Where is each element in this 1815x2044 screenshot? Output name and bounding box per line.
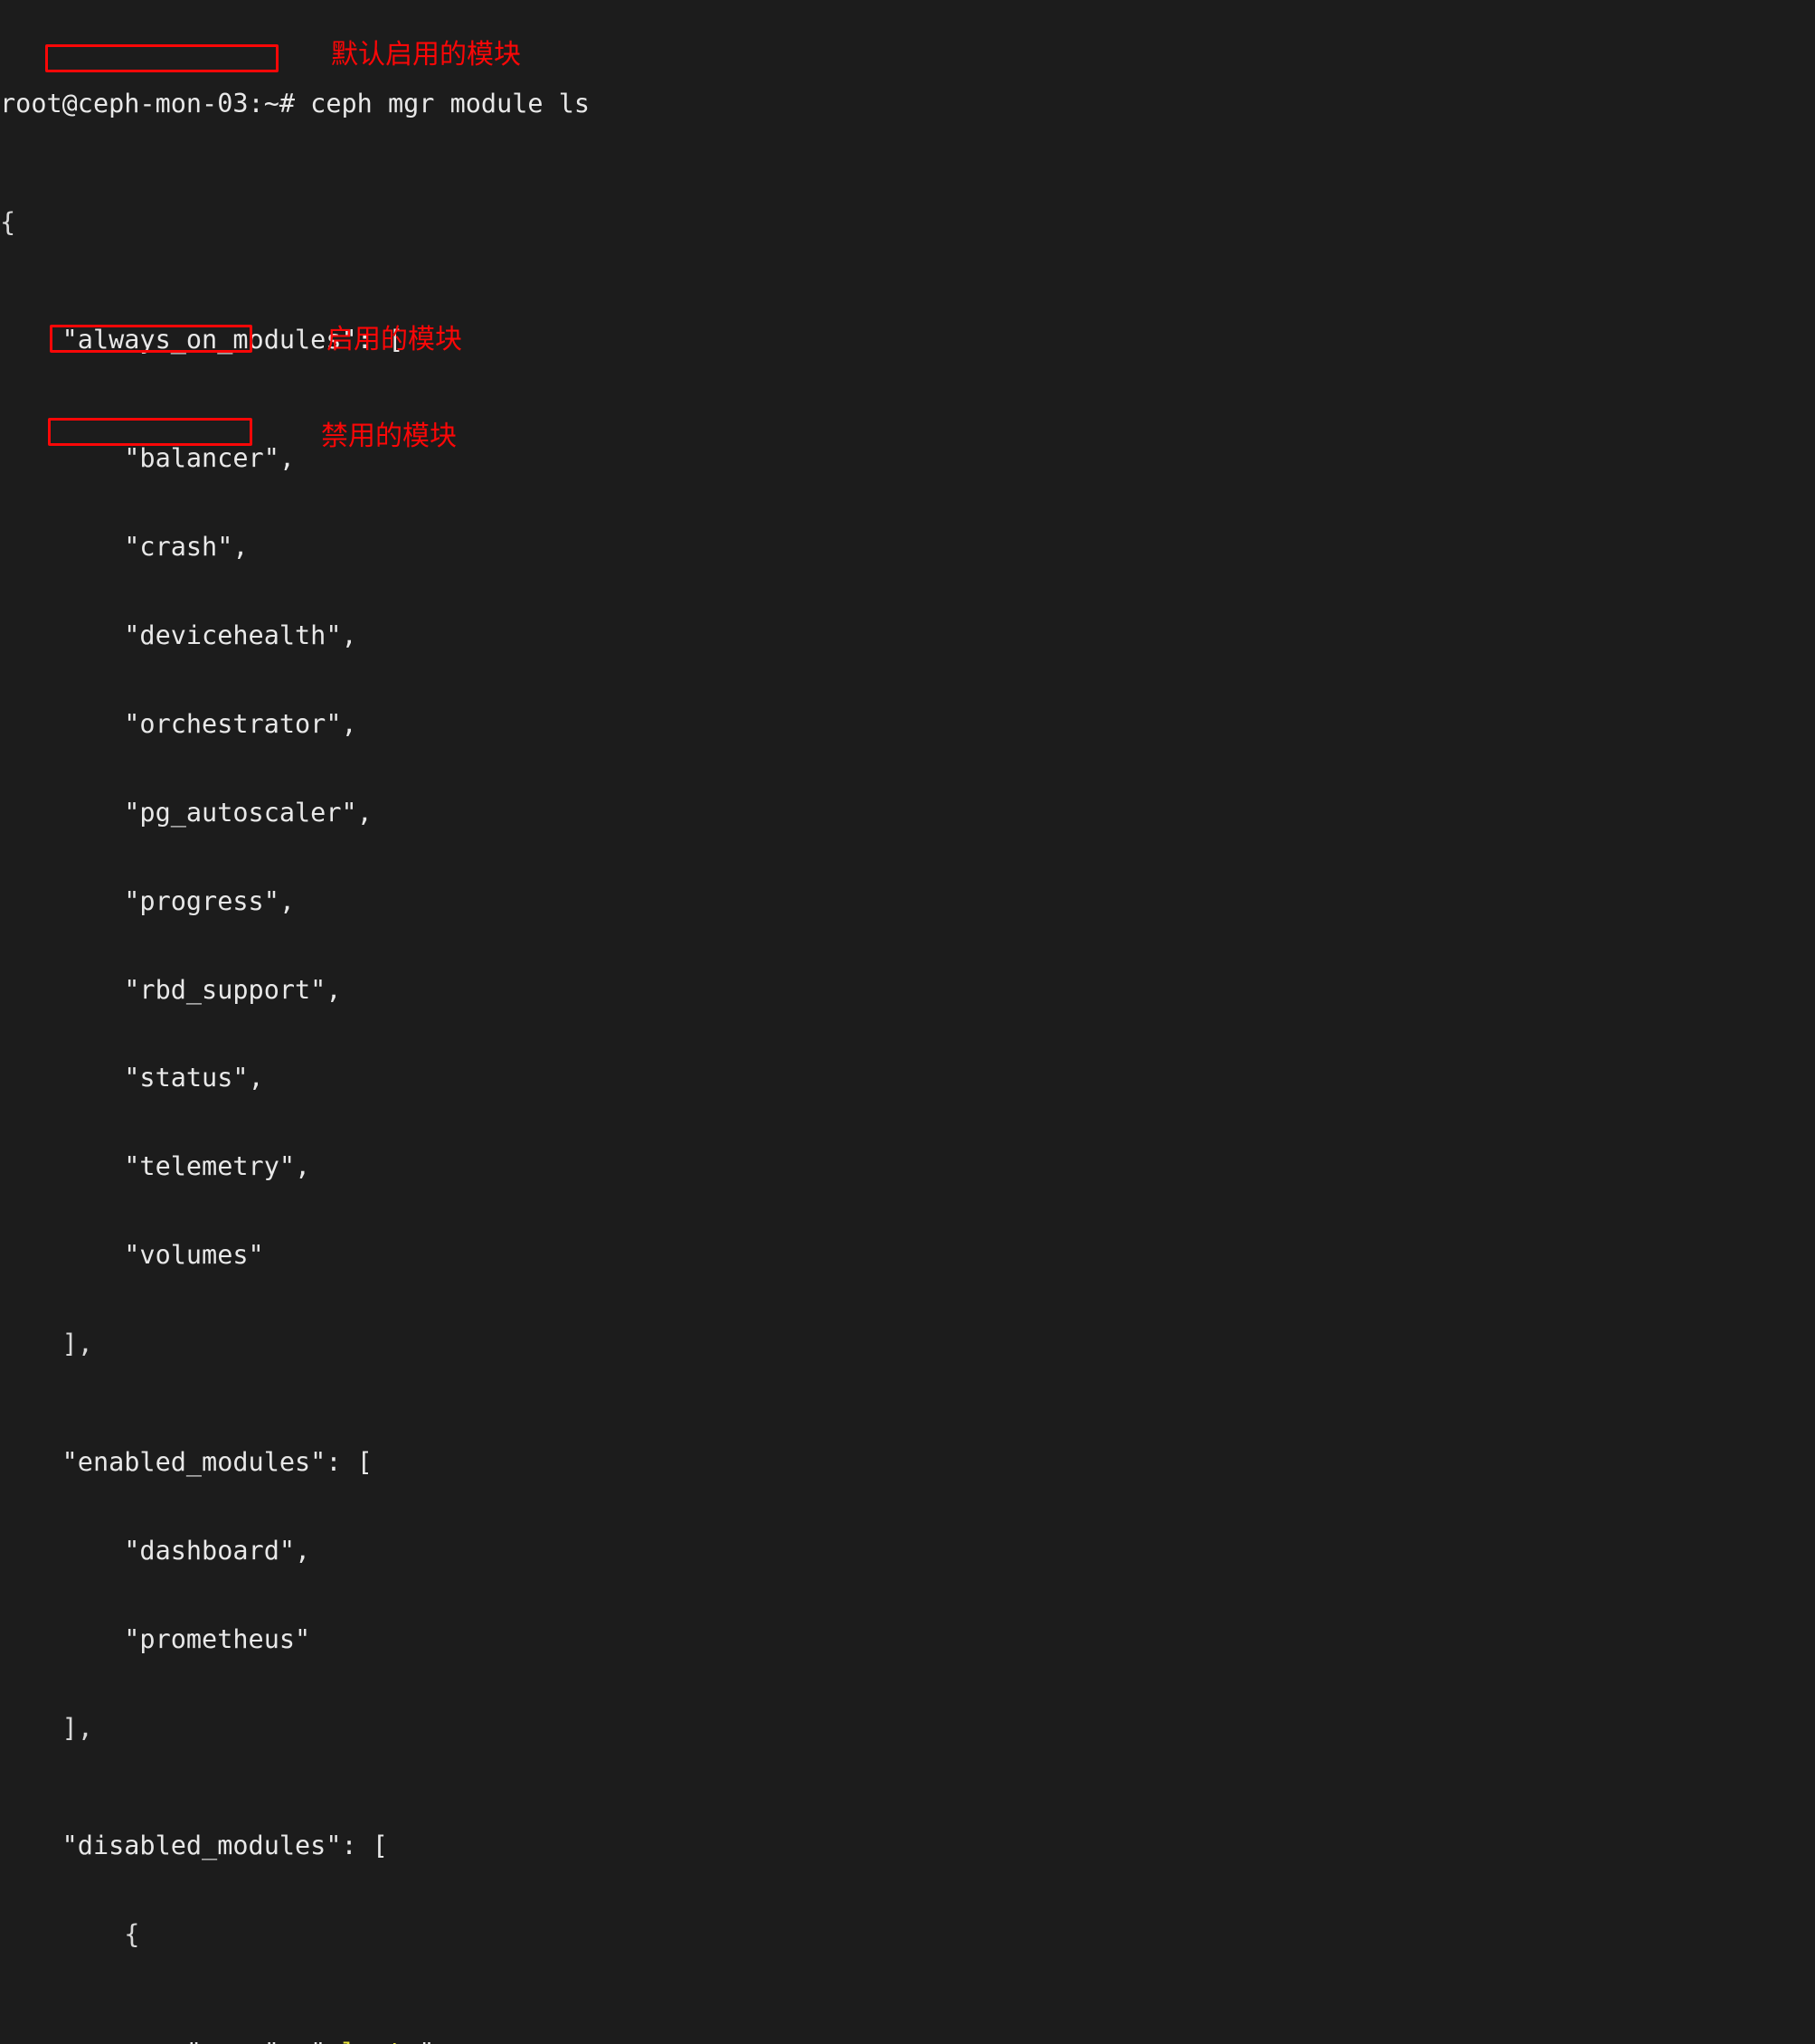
value-alerts: alerts [326, 2038, 419, 2044]
annotation-disabled-modules: 禁用的模块 [321, 421, 457, 452]
json-line-crash: "crash", [0, 531, 249, 562]
json-line-telemetry: "telemetry", [0, 1151, 311, 1182]
json-line-status: "status", [0, 1063, 264, 1093]
json-line-name-alerts: "name": "alerts", [0, 2038, 1117, 2044]
json-line-volumes: "volumes" [0, 1240, 264, 1271]
json-line-devicehealth: "devicehealth", [0, 620, 357, 650]
json-line-pg-autoscaler: "pg_autoscaler", [0, 797, 373, 828]
json-line-open-brace: { [0, 206, 16, 237]
annotation-always-on-modules: 默认启用的模块 [331, 39, 521, 71]
json-line-dashboard: "dashboard", [0, 1535, 311, 1566]
json-line-close-always-on: ], [0, 1329, 93, 1359]
json-line-prometheus: "prometheus" [0, 1623, 311, 1654]
shell-prompt: root@ceph-mon-03:~# ceph mgr module ls [0, 88, 591, 118]
json-line-balancer: "balancer", [0, 442, 296, 473]
annotation-enabled-modules: 启用的模块 [326, 324, 462, 355]
json-line-object-open: { [0, 1919, 140, 1950]
json-line-enabled-modules: "enabled_modules": [ [0, 1446, 373, 1477]
json-line-orchestrator: "orchestrator", [0, 708, 357, 739]
json-line-close-enabled: ], [0, 1712, 93, 1743]
prompt-line: root@ceph-mon-03:~# ceph mgr module ls [0, 88, 1117, 119]
terminal-output: root@ceph-mon-03:~# ceph mgr module ls {… [0, 0, 1117, 2044]
json-line-always-on-modules: "always_on_modules": [ [0, 325, 404, 355]
json-line-rbd-support: "rbd_support", [0, 974, 342, 1005]
json-line-progress: "progress", [0, 885, 296, 916]
terminal-window[interactable]: root@ceph-mon-03:~# ceph mgr module ls {… [0, 0, 1815, 2044]
json-line-disabled-modules: "disabled_modules": [ [0, 1831, 388, 1861]
